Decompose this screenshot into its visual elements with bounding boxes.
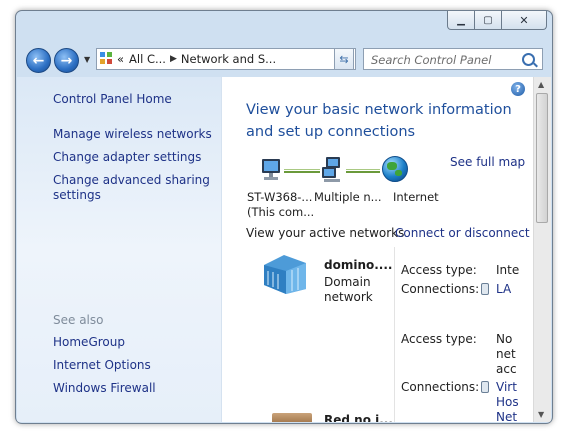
network1-access-type-label: Access type: xyxy=(401,263,477,277)
see-full-map-link[interactable]: See full map xyxy=(450,155,525,169)
page-title: View your basic network information and … xyxy=(246,102,512,140)
caption-buttons: ▁ ▢ ✕ xyxy=(447,11,547,30)
domain-network-icon[interactable] xyxy=(262,253,308,295)
refresh-icon: ⇆ xyxy=(339,52,349,66)
windows-firewall-link[interactable]: Windows Firewall xyxy=(53,381,156,396)
refresh-button[interactable]: ⇆ xyxy=(334,48,354,70)
navigation-bar: ← → ▼ « All C... ▶ Network and S... ▼ ⇆ … xyxy=(16,43,552,75)
change-adapter-settings-link[interactable]: Change adapter settings xyxy=(53,150,201,165)
network2-access-type-value: No net acc xyxy=(496,332,517,376)
search-placeholder: Search Control Panel xyxy=(371,53,492,67)
network1-type[interactable]: Domain network xyxy=(324,275,373,305)
minimize-icon: ▁ xyxy=(457,14,465,26)
breadcrumb-network-and-sharing[interactable]: Network and S... xyxy=(181,52,276,66)
vertical-scrollbar[interactable]: ▲ ▼ xyxy=(533,77,551,422)
back-button[interactable]: ← xyxy=(26,48,51,73)
scroll-up-icon[interactable]: ▲ xyxy=(538,80,544,89)
public-network-icon[interactable] xyxy=(272,413,312,422)
computer-node-label[interactable]: ST-W368-... (This com... xyxy=(247,190,314,220)
network2-connection-link[interactable]: Virt Hos Net xyxy=(496,380,519,422)
manage-wireless-networks-link[interactable]: Manage wireless networks xyxy=(53,127,212,142)
breadcrumb-all-control-panel[interactable]: All C... xyxy=(129,52,166,66)
scrollbar-thumb[interactable] xyxy=(536,93,548,223)
forward-arrow-icon: → xyxy=(60,52,73,69)
internet-options-link[interactable]: Internet Options xyxy=(53,358,151,373)
network1-access-type-value: Inte xyxy=(496,263,520,277)
network-icon xyxy=(322,157,340,182)
main-pane: ? View your basic network information an… xyxy=(222,77,534,422)
network2-access-type-label: Access type: xyxy=(401,332,477,346)
title-bar: ▁ ▢ ✕ xyxy=(16,11,552,41)
network3-name[interactable]: Red no i... xyxy=(324,413,393,422)
network1-connections-label: Connections: xyxy=(401,282,480,296)
change-advanced-sharing-link[interactable]: Change advanced sharing xyxy=(53,173,210,188)
breadcrumb-separator-icon[interactable]: ▶ xyxy=(170,54,177,64)
maximize-button[interactable]: ▢ xyxy=(475,11,502,30)
computer-icon xyxy=(262,159,280,180)
search-input[interactable]: Search Control Panel xyxy=(363,48,543,70)
connect-or-disconnect-link[interactable]: Connect or disconnect xyxy=(395,226,530,240)
scroll-down-icon[interactable]: ▼ xyxy=(538,410,544,419)
network2-connections-label: Connections: xyxy=(401,380,480,394)
ethernet-icon xyxy=(481,381,489,393)
address-prefix: « xyxy=(117,52,125,66)
address-bar[interactable]: « All C... ▶ Network and S... ▼ xyxy=(96,48,356,70)
search-icon[interactable] xyxy=(522,53,535,66)
control-panel-home-link[interactable]: Control Panel Home xyxy=(53,92,172,107)
help-icon[interactable]: ? xyxy=(511,82,525,96)
network1-connection-link[interactable]: LA xyxy=(496,282,511,297)
see-also-heading: See also xyxy=(53,313,104,327)
homegroup-link[interactable]: HomeGroup xyxy=(53,335,125,350)
change-advanced-sharing-link-line2[interactable]: settings xyxy=(53,188,101,203)
back-arrow-icon: ← xyxy=(32,52,45,69)
minimize-button[interactable]: ▁ xyxy=(447,11,475,30)
ethernet-icon xyxy=(481,283,489,295)
content-area: Control Panel Home Manage wireless netwo… xyxy=(17,77,551,422)
multiple-networks-label[interactable]: Multiple n... xyxy=(314,190,382,205)
globe-icon xyxy=(382,156,408,182)
control-panel-window: ▁ ▢ ✕ ← → ▼ « All C... ▶ Network and S..… xyxy=(15,10,553,424)
forward-button[interactable]: → xyxy=(54,48,79,73)
tasks-pane: Control Panel Home Manage wireless netwo… xyxy=(17,77,222,422)
properties-divider xyxy=(394,247,395,422)
close-icon: ✕ xyxy=(519,13,529,27)
network1-name[interactable]: domino.... xyxy=(324,258,392,272)
maximize-icon: ▢ xyxy=(483,14,493,26)
computer-to-network-link xyxy=(284,169,320,173)
recent-pages-dropdown[interactable]: ▼ xyxy=(84,55,90,64)
internet-node-label[interactable]: Internet xyxy=(393,190,439,205)
close-button[interactable]: ✕ xyxy=(502,11,547,30)
network-to-internet-link xyxy=(346,169,380,173)
active-networks-label: View your active networks xyxy=(246,226,405,240)
control-panel-icon xyxy=(100,52,114,66)
